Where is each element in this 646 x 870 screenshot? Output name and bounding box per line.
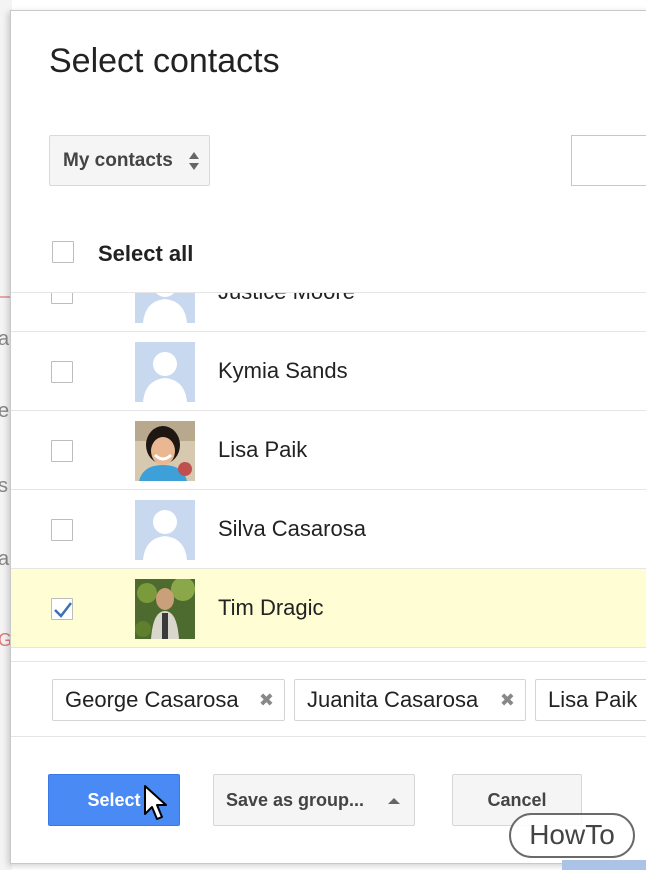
remove-icon[interactable]: ✖ <box>259 680 274 720</box>
contact-checkbox-checked[interactable] <box>51 598 73 620</box>
contact-name: Tim Dragic <box>218 595 324 620</box>
contact-photo <box>135 421 195 481</box>
background-page <box>562 860 646 870</box>
placeholder-avatar-icon <box>135 500 195 560</box>
placeholder-avatar-icon <box>135 342 195 402</box>
contact-name: Silva Casarosa <box>218 516 366 541</box>
dialog-title: Select contacts <box>49 42 280 80</box>
select-contacts-dialog: Select contacts My contacts Select all J… <box>10 10 646 864</box>
contact-name: Kymia Sands <box>218 358 348 383</box>
howto-watermark: HowTo <box>509 813 635 858</box>
check-mark-icon <box>54 602 72 618</box>
contact-name: Justice Moore <box>218 293 355 305</box>
contact-checkbox[interactable] <box>51 361 73 383</box>
contact-group-dropdown-label: My contacts <box>63 150 173 171</box>
select-all-label: Select all <box>98 241 194 266</box>
background-text-fragment: a <box>0 328 10 350</box>
sort-arrows-icon <box>189 152 199 170</box>
contact-row[interactable]: Justice Moore <box>11 293 646 332</box>
save-as-group-button[interactable]: Save as group... <box>213 774 415 826</box>
contact-row-selected[interactable]: Tim Dragic <box>11 569 646 648</box>
mouse-pointer-icon <box>144 785 167 820</box>
selected-contact-chip[interactable]: George Casarosa ✖ <box>52 679 285 721</box>
background-text-fragment: a <box>0 548 10 570</box>
chip-label: George Casarosa <box>65 687 239 712</box>
contact-photo <box>135 579 195 639</box>
contact-group-dropdown[interactable]: My contacts <box>49 135 210 186</box>
background-text-fragment: e <box>0 400 10 422</box>
selected-contact-chip[interactable]: Juanita Casarosa ✖ <box>294 679 526 721</box>
search-input[interactable] <box>571 135 646 186</box>
contact-row[interactable]: Lisa Paik <box>11 411 646 490</box>
remove-icon[interactable]: ✖ <box>500 680 515 720</box>
contact-checkbox[interactable] <box>51 440 73 462</box>
chip-label: Juanita Casarosa <box>307 687 479 712</box>
save-as-group-label: Save as group... <box>226 790 365 810</box>
contact-list[interactable]: Justice Moore Kymia Sands <box>11 293 646 661</box>
select-all-checkbox[interactable] <box>52 241 74 263</box>
contact-checkbox[interactable] <box>51 293 73 304</box>
selected-contacts-bar: George Casarosa ✖ Juanita Casarosa ✖ Lis… <box>11 661 646 737</box>
selected-contact-chip[interactable]: Lisa Paik <box>535 679 646 721</box>
chip-label: Lisa Paik <box>548 687 638 712</box>
placeholder-avatar-icon <box>135 293 195 323</box>
contact-name: Lisa Paik <box>218 437 308 462</box>
caret-up-icon <box>388 798 400 804</box>
contact-checkbox[interactable] <box>51 519 73 541</box>
contact-row[interactable]: Kymia Sands <box>11 332 646 411</box>
background-text-fragment: s <box>0 475 8 497</box>
contact-row[interactable]: Silva Casarosa <box>11 490 646 569</box>
